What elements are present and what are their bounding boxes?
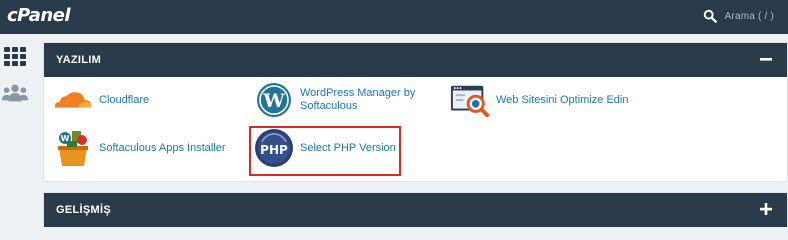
item-cloudflare[interactable]: Cloudflare	[53, 80, 149, 120]
softaculous-icon: W	[53, 128, 93, 168]
item-wordpress-manager[interactable]: W WordPress Manager by Softaculous	[254, 80, 434, 120]
item-softaculous[interactable]: W Softaculous Apps Installer	[53, 128, 226, 168]
item-web-optimize[interactable]: Web Sitesini Optimize Edin	[450, 80, 628, 120]
expand-icon[interactable]	[759, 202, 773, 216]
search-placeholder[interactable]: Arama ( / )	[725, 11, 774, 22]
svg-text:W: W	[61, 134, 70, 143]
section-title: YAZILIM	[56, 54, 102, 66]
grid-icon	[4, 47, 26, 66]
optimize-icon	[450, 80, 490, 120]
svg-text:W: W	[262, 90, 285, 112]
section-title: GELİŞMİŞ	[56, 204, 111, 216]
highlight-frame	[249, 126, 401, 176]
item-label[interactable]: Web Sitesini Optimize Edin	[496, 94, 628, 107]
item-label[interactable]: Cloudflare	[99, 94, 149, 107]
cloudflare-icon	[53, 80, 93, 120]
users-icon	[2, 84, 28, 102]
cpanel-logo[interactable]: cPanel	[7, 5, 71, 26]
section-header-yazilim[interactable]: YAZILIM	[44, 43, 787, 77]
search-box[interactable]: Arama ( / )	[703, 9, 774, 23]
sidebar-item-users[interactable]	[2, 80, 28, 106]
search-icon[interactable]	[703, 9, 717, 23]
collapse-icon[interactable]	[759, 52, 773, 66]
top-bar: cPanel Arama ( / )	[0, 0, 788, 34]
item-label[interactable]: Softaculous Apps Installer	[99, 142, 226, 155]
section-header-gelismis[interactable]: GELİŞMİŞ	[44, 193, 787, 227]
item-label[interactable]: WordPress Manager by Softaculous	[300, 87, 430, 113]
sidebar-item-tools[interactable]	[2, 44, 28, 70]
sidebar	[0, 34, 34, 221]
wordpress-icon: W	[254, 80, 294, 120]
section-gelismis: GELİŞMİŞ	[43, 192, 788, 227]
